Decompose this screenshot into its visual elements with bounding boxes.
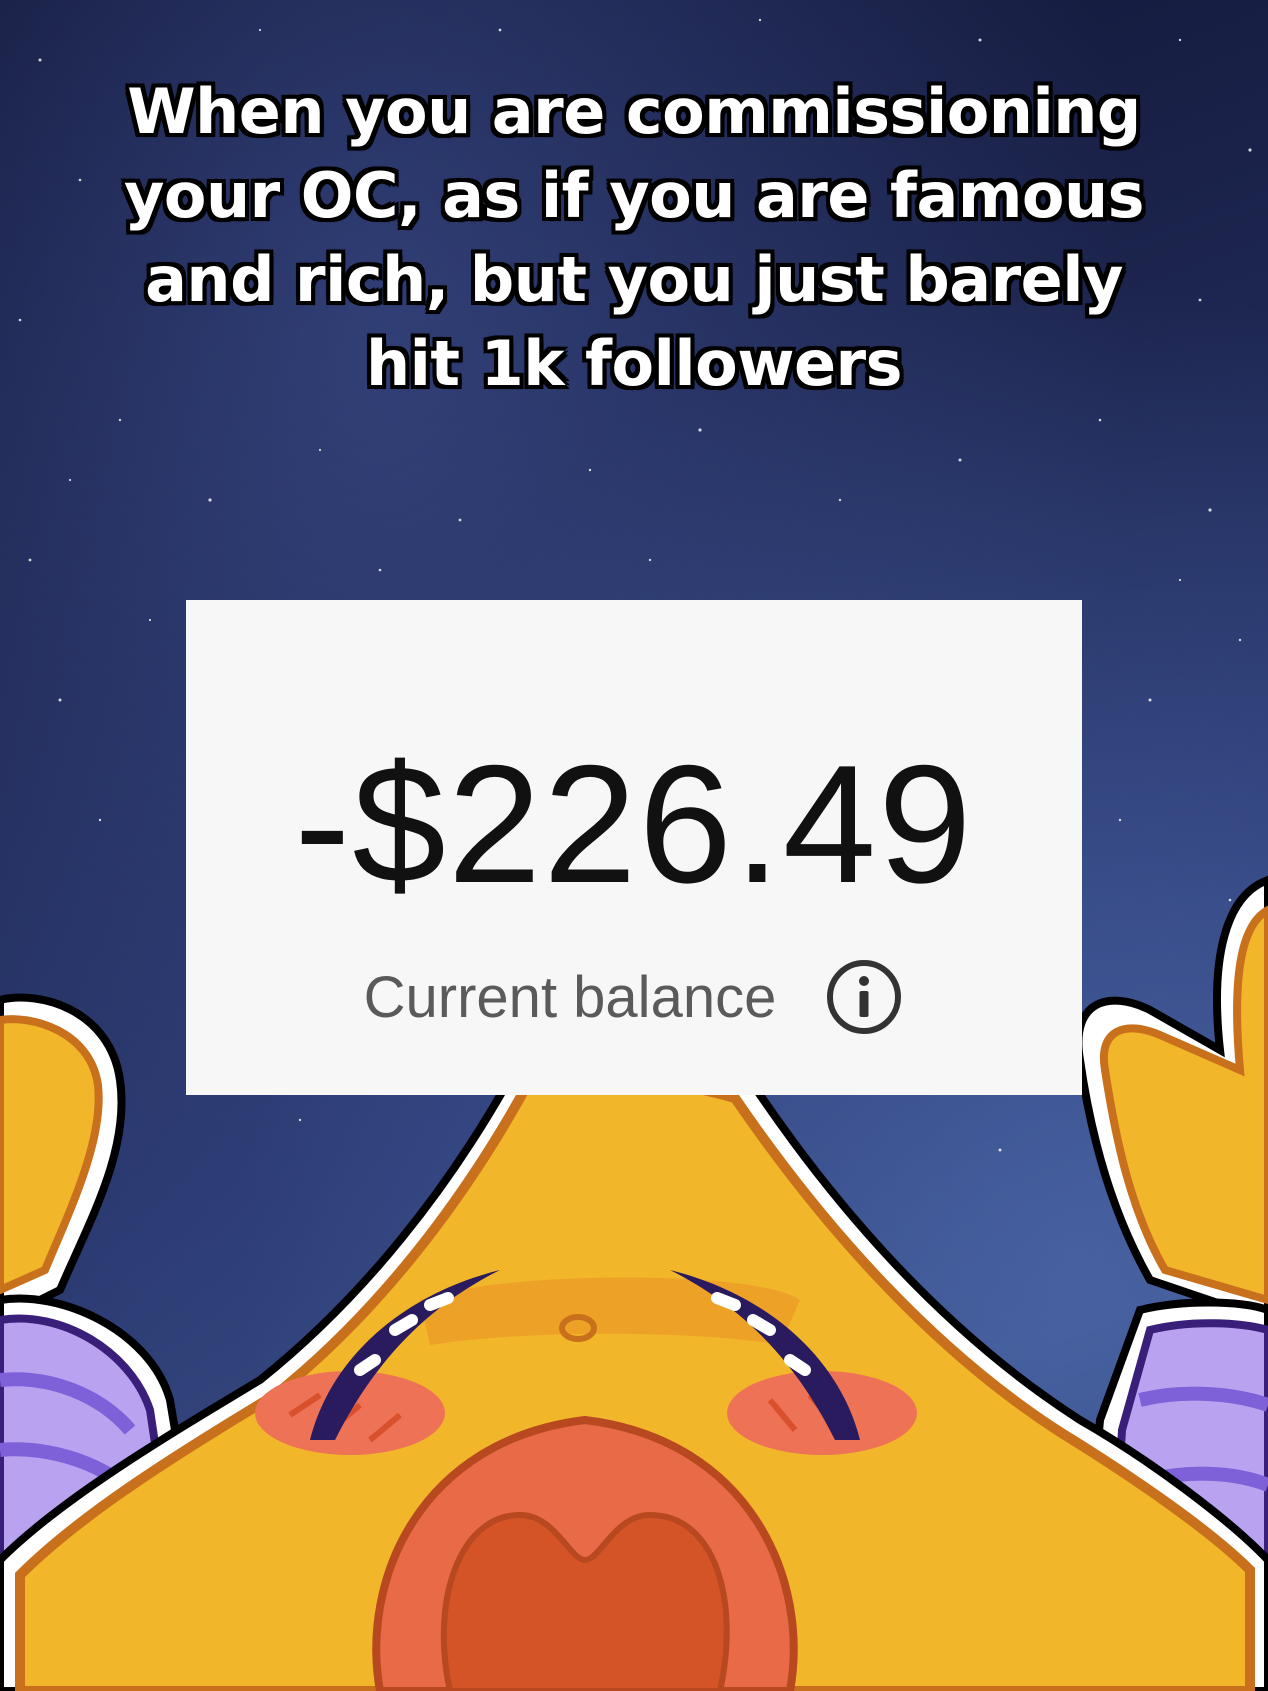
balance-amount: -$226.49 [294, 730, 974, 918]
info-icon[interactable] [824, 957, 904, 1037]
star-face [0, 1052, 1268, 1691]
balance-card: -$226.49 Current balance [186, 600, 1082, 1095]
current-balance-label: Current balance [363, 964, 777, 1030]
balance-label-row: Current balance [186, 952, 1082, 1042]
